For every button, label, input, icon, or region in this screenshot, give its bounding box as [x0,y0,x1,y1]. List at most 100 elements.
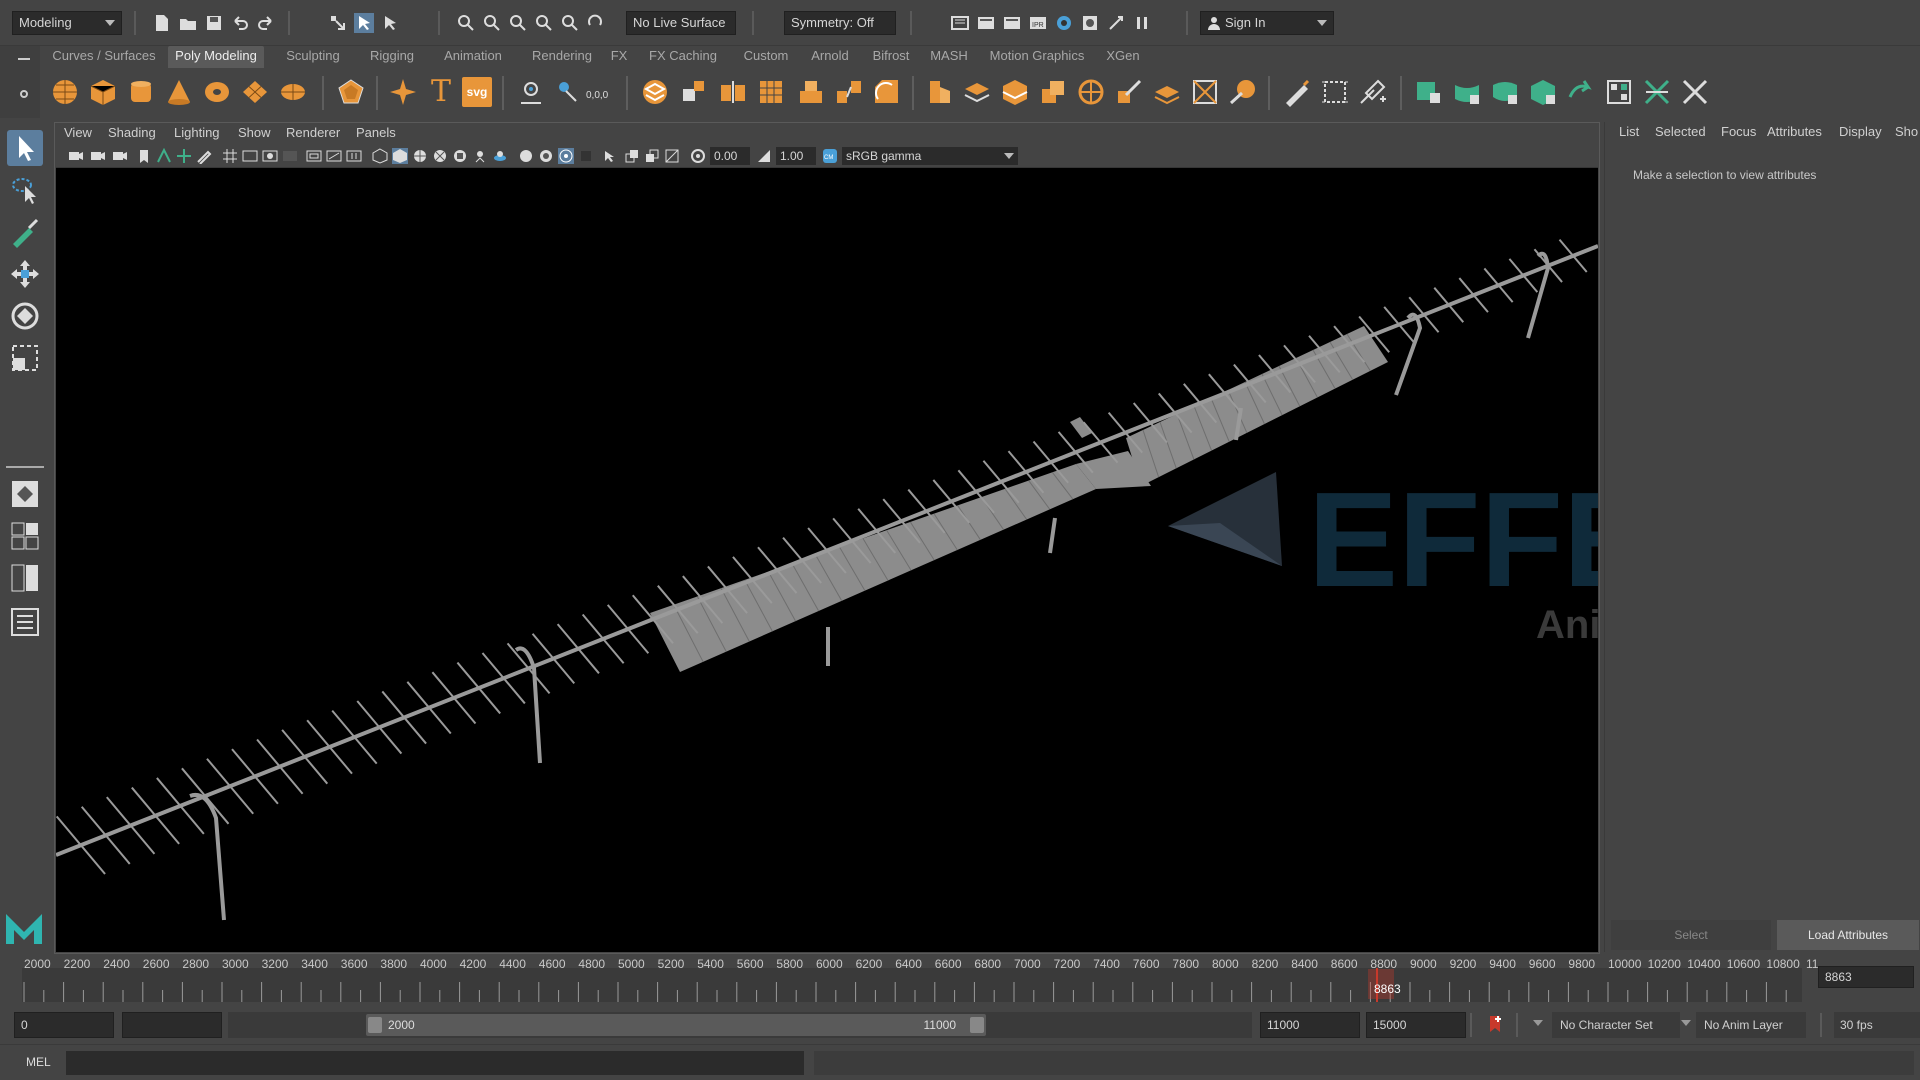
xray-icon[interactable] [602,148,618,164]
sign-in-menu[interactable]: Sign In [1200,11,1334,35]
tab-poly-modeling[interactable]: Poly Modeling [168,46,264,68]
anim-layer-field[interactable]: No Anim Layer [1696,1012,1806,1038]
spherical-mapping-icon[interactable] [1490,77,1520,107]
tab-animation[interactable]: Animation [432,46,514,68]
tab-arnold[interactable]: Arnold [804,46,856,68]
snap-surface-icon[interactable] [560,13,580,33]
range-start-grip-icon[interactable] [368,1017,382,1033]
select-tool[interactable] [7,130,43,166]
poly-cylinder-icon[interactable] [126,77,156,107]
ipr-render-icon[interactable]: IPR [1028,13,1048,33]
xray-joints-icon[interactable] [624,148,640,164]
range-slider[interactable]: 2000 11000 [228,1012,1252,1038]
pause-icon[interactable] [1132,13,1152,33]
backface-culling-icon[interactable] [664,148,680,164]
crease-icon[interactable] [1228,77,1258,107]
new-scene-icon[interactable] [152,13,172,33]
2d-pan-zoom-icon[interactable] [176,148,192,164]
screen-space-ao-icon[interactable] [492,148,508,164]
safe-action-icon[interactable] [326,148,342,164]
super-shape-icon[interactable] [388,77,418,107]
bookmark-icon[interactable] [136,148,152,164]
film-gate-icon[interactable] [242,148,258,164]
select-object-icon[interactable] [354,13,374,33]
symmetry-menu[interactable]: Symmetry: Off [784,11,896,35]
attr-tab-show[interactable]: Sho [1895,124,1918,139]
gate-mask-icon[interactable] [282,148,298,164]
render-settings-gear-icon[interactable] [1054,13,1074,33]
append-polygon-icon[interactable] [924,77,954,107]
undo-icon[interactable] [230,13,250,33]
rotate-tool[interactable] [7,298,43,334]
attr-tab-attributes[interactable]: Attributes [1767,124,1822,139]
tab-bifrost[interactable]: Bifrost [864,46,918,68]
anim-end-field[interactable]: 15000 [1366,1012,1466,1038]
automatic-mapping-icon[interactable] [1528,77,1558,107]
tab-mash[interactable]: MASH [926,46,972,68]
exposure-icon[interactable] [690,148,706,164]
wireframe-icon[interactable] [372,148,388,164]
insert-edge-loop-icon[interactable] [1000,77,1030,107]
view-transform-dropdown[interactable]: sRGB gamma [842,147,1018,165]
attr-tab-focus[interactable]: Focus [1721,124,1756,139]
four-view-layout[interactable] [7,518,43,554]
hypershade-icon[interactable] [1080,13,1100,33]
resolution-gate-icon[interactable] [262,148,278,164]
open-scene-icon[interactable] [178,13,198,33]
two-view-layout[interactable] [7,560,43,596]
gamma-icon[interactable] [756,148,772,164]
save-scene-icon[interactable] [204,13,224,33]
tab-motion-graphics[interactable]: Motion Graphics [980,46,1094,68]
extrude-icon[interactable] [796,77,826,107]
cylindrical-mapping-icon[interactable] [1452,77,1482,107]
field-chart-icon[interactable] [306,148,322,164]
poly-disc-icon[interactable] [278,77,308,107]
render-frame-icon[interactable] [1002,13,1022,33]
tab-fx-caching[interactable]: FX Caching [640,46,726,68]
checker-uv-icon[interactable] [1604,77,1634,107]
single-perspective-layout[interactable] [7,476,43,512]
redo-icon[interactable] [256,13,276,33]
menu-shading[interactable]: Shading [108,125,156,140]
xray-components-icon[interactable] [644,148,660,164]
render-settings-icon[interactable] [950,13,970,33]
anim-layer-menu-icon[interactable] [1680,1018,1692,1028]
camera-attributes-icon[interactable] [90,148,106,164]
shelf-menu-icon[interactable] [18,58,30,60]
snap-point-icon[interactable] [508,13,528,33]
poly-plane-icon[interactable] [240,77,270,107]
range-end-grip-icon[interactable] [970,1017,984,1033]
end-time-field[interactable]: 11000 [1260,1012,1360,1038]
menu-view[interactable]: View [64,125,92,140]
tab-sculpting[interactable]: Sculpting [276,46,350,68]
tab-rigging[interactable]: Rigging [362,46,422,68]
poly-torus-icon[interactable] [202,77,232,107]
smooth-shade-icon[interactable] [392,148,408,164]
poly-cone-icon[interactable] [164,77,194,107]
tab-custom[interactable]: Custom [736,46,796,68]
poly-cube-icon[interactable] [88,77,118,107]
select-button[interactable]: Select [1611,920,1771,950]
smooth-icon[interactable] [680,77,710,107]
snap-view-plane-icon[interactable] [534,13,554,33]
image-plane-icon[interactable] [156,148,172,164]
use-all-lights-icon[interactable] [452,148,468,164]
combine-icon[interactable] [516,77,546,107]
color-management-icon[interactable]: CM [822,148,838,164]
attr-tab-selected[interactable]: Selected [1655,124,1706,139]
extract-icon[interactable] [640,77,670,107]
time-slider-track[interactable]: 8863 [22,968,1802,1002]
auto-key-icon[interactable] [1486,1014,1504,1034]
perspective-viewport[interactable]: EFFE Animation [56,168,1598,952]
command-input[interactable] [66,1051,804,1075]
gamma-field[interactable]: 1.00 [776,147,816,165]
poly-type-icon[interactable]: T [426,77,456,107]
target-weld-icon[interactable] [1076,77,1106,107]
booleans-icon[interactable] [718,77,748,107]
fps-dropdown[interactable]: 30 fps [1834,1012,1920,1038]
current-frame-field[interactable]: 8863 [1818,966,1914,988]
menu-lighting[interactable]: Lighting [174,125,220,140]
tab-curves-surfaces[interactable]: Curves / Surfaces [46,46,162,68]
outliner-layout[interactable] [7,604,43,640]
mirror-icon[interactable] [756,77,786,107]
